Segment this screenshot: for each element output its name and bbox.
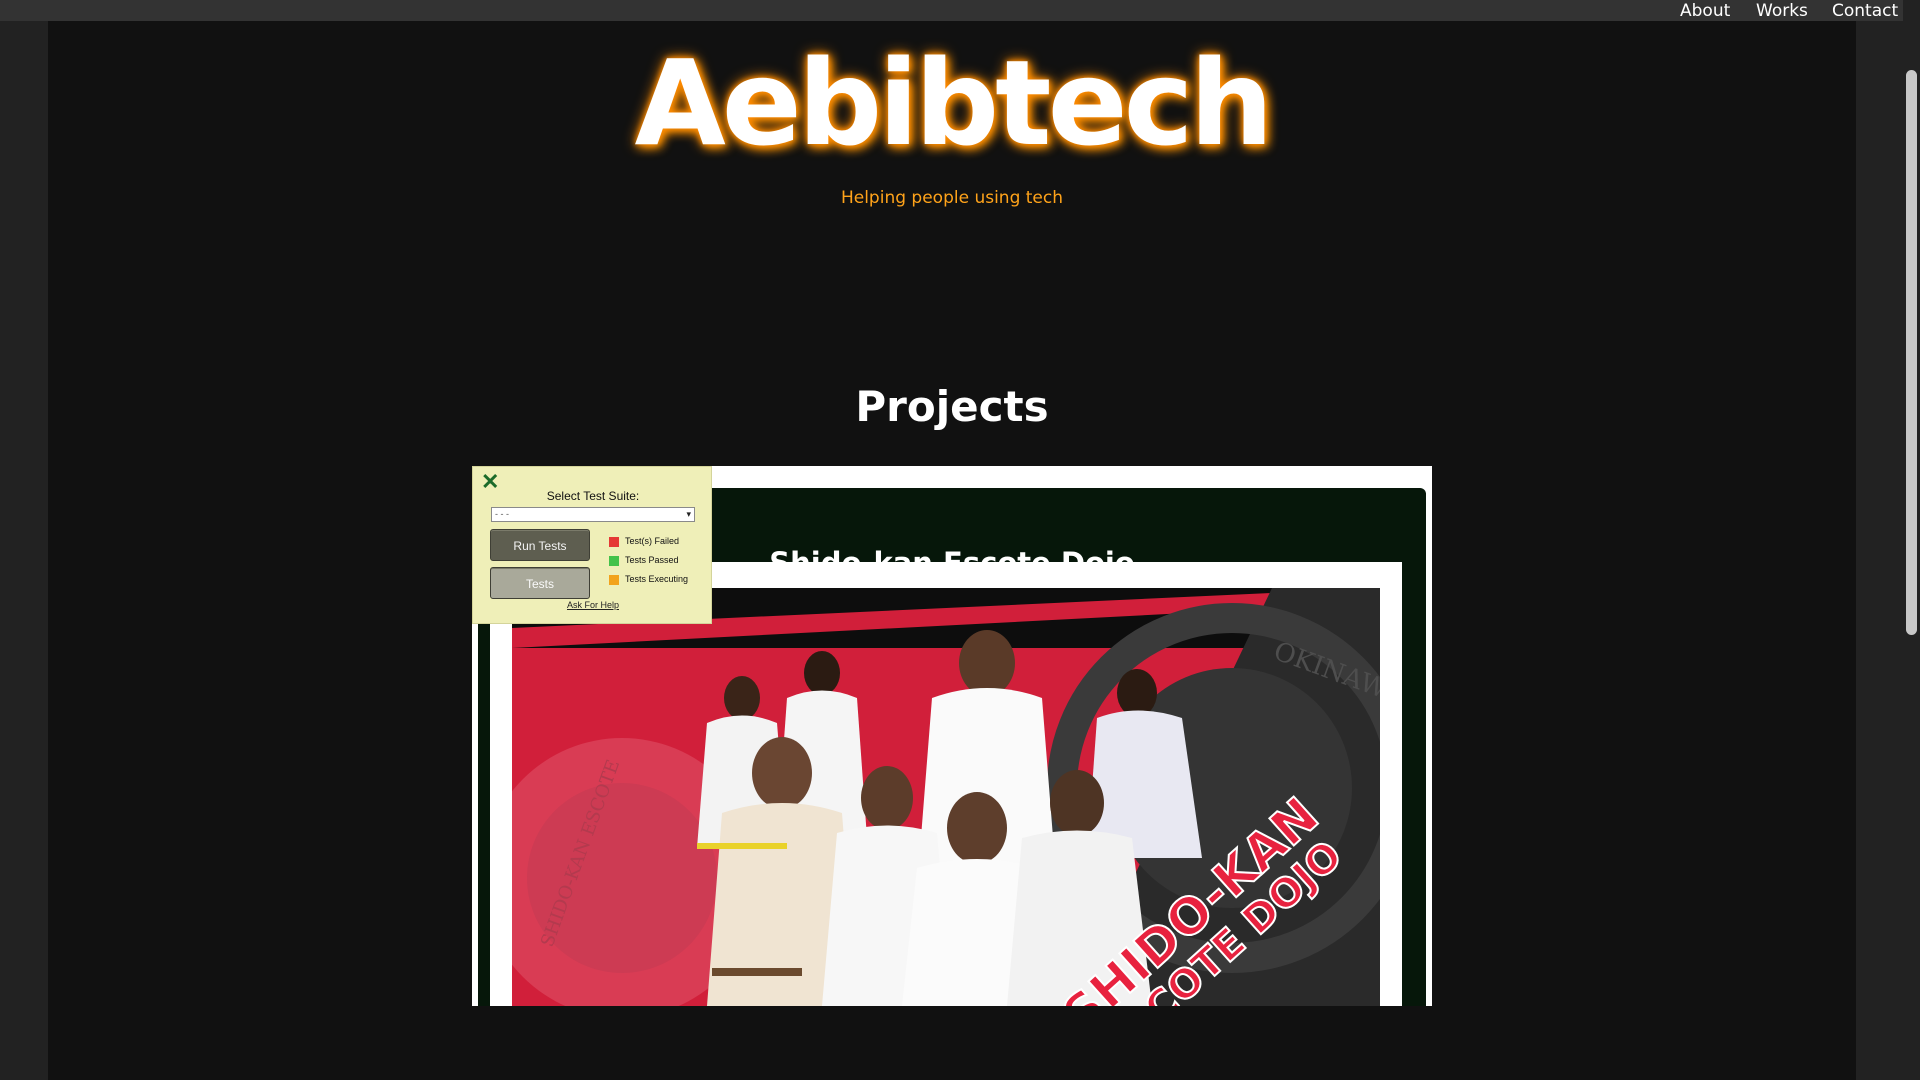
chevron-down-icon: ▾	[686, 509, 691, 519]
run-tests-button[interactable]: Run Tests	[490, 529, 590, 561]
nav-works-link[interactable]: Works	[1756, 0, 1808, 21]
ask-for-help-link[interactable]: Ask For Help	[473, 600, 713, 610]
dojo-banner-graphic: SHIDO-KAN ESCOTE DOJO OKINAWA SHORIN-RYU…	[512, 588, 1380, 1006]
nav-contact-link[interactable]: Contact	[1832, 0, 1898, 21]
nav-about-link[interactable]: About	[1680, 0, 1730, 21]
legend-passed-label: Tests Passed	[625, 555, 679, 565]
site-tagline: Helping people using tech	[840, 188, 1064, 208]
passed-swatch-icon	[609, 555, 619, 566]
legend-failed: Test(s) Failed	[609, 535, 679, 547]
test-suite-select[interactable]: - - - ▾	[491, 507, 695, 522]
test-suite-panel: ✕ Select Test Suite: - - - ▾ Run Tests T…	[472, 466, 712, 624]
legend-executing: Tests Executing	[609, 573, 688, 585]
legend-passed: Tests Passed	[609, 554, 679, 566]
test-suite-select-value: - - -	[495, 509, 509, 519]
site-title: Aebibtech	[634, 34, 1273, 172]
right-margin	[1856, 21, 1903, 1080]
tests-button[interactable]: Tests	[490, 567, 590, 599]
project-image[interactable]: SHIDO-KAN ESCOTE DOJO OKINAWA SHORIN-RYU…	[512, 588, 1380, 1006]
failed-swatch-icon	[609, 536, 619, 547]
legend-executing-label: Tests Executing	[625, 574, 689, 584]
top-nav-bar: About Works Contact	[0, 0, 1920, 21]
legend-failed-label: Test(s) Failed	[625, 536, 680, 546]
projects-heading: Projects	[855, 382, 1049, 431]
test-suite-label: Select Test Suite:	[546, 489, 640, 503]
scrollbar-thumb[interactable]	[1906, 70, 1917, 635]
executing-swatch-icon	[609, 574, 619, 585]
